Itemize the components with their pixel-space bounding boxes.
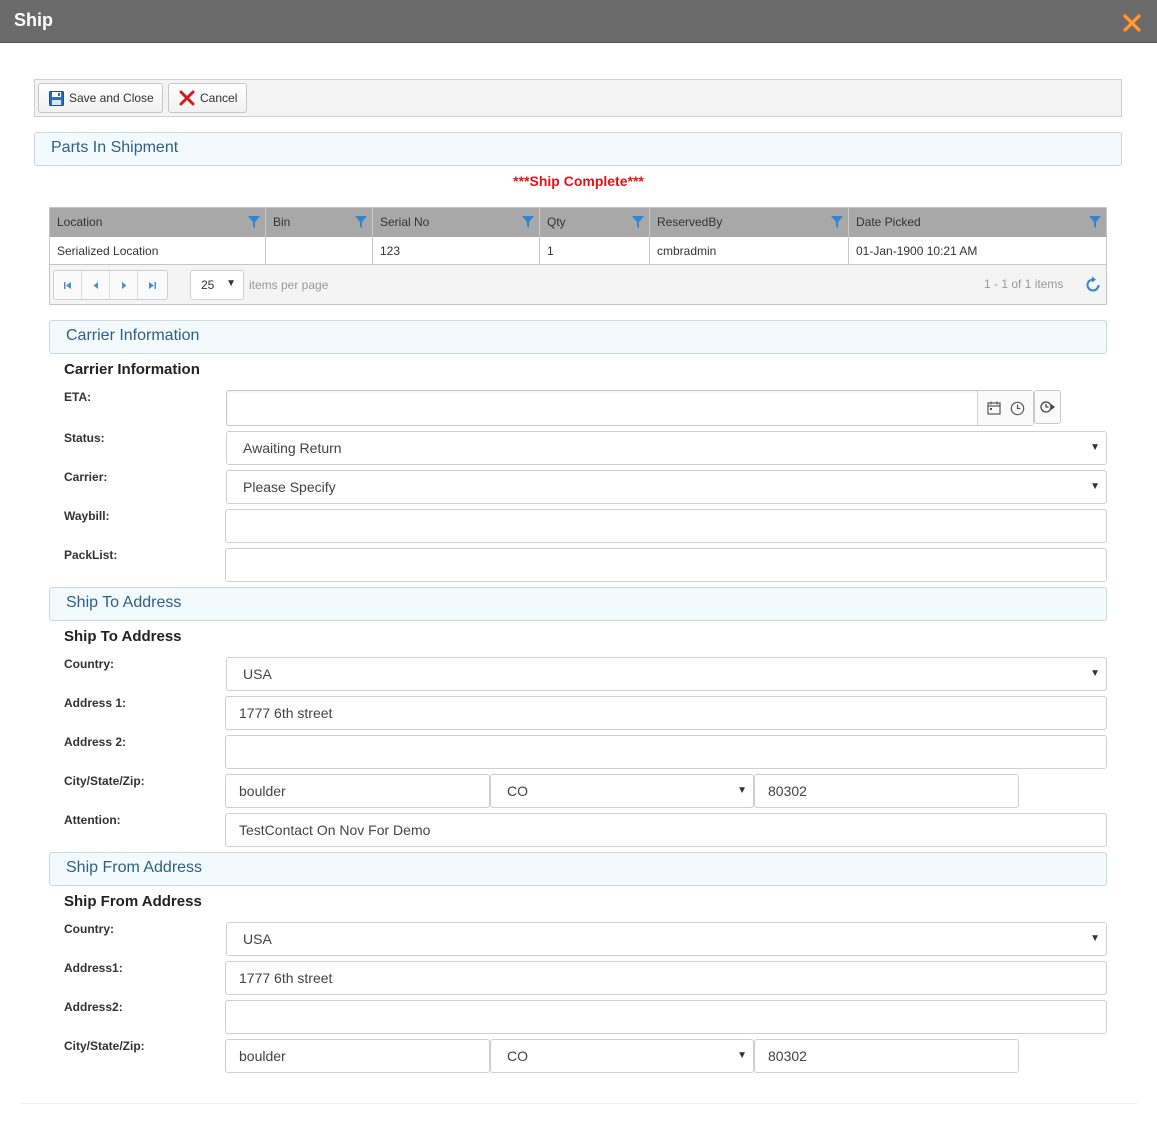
footer-divider — [20, 1103, 1137, 1104]
carrier-label: Carrier: — [64, 470, 108, 484]
cancel-x-icon — [179, 90, 195, 106]
ship-to-city-state-zip-label: City/State/Zip: — [64, 774, 145, 788]
filter-icon[interactable] — [354, 215, 368, 229]
ship-from-zip-input[interactable]: 80302 — [754, 1039, 1019, 1073]
toolbar: Save and Close Cancel — [34, 79, 1122, 117]
refresh-icon[interactable] — [1084, 276, 1102, 294]
column-header-bin[interactable]: Bin — [266, 208, 373, 237]
calendar-icon[interactable] — [986, 401, 1001, 415]
column-header-serial-no[interactable]: Serial No — [373, 208, 540, 237]
chevron-down-icon: ▼ — [737, 785, 747, 796]
dialog-titlebar: Ship — [0, 0, 1157, 43]
pager-info: 1 - 1 of 1 items — [984, 277, 1064, 291]
parts-in-shipment-header[interactable]: Parts In Shipment — [34, 132, 1122, 166]
previous-page-icon[interactable] — [82, 271, 110, 299]
ship-from-address-subheading: Ship From Address — [64, 893, 202, 910]
ship-to-city-input[interactable]: boulder — [225, 774, 490, 808]
ship-from-address2-input[interactable] — [225, 1000, 1107, 1034]
filter-icon[interactable] — [247, 215, 261, 229]
ship-from-address1-label: Address1: — [64, 961, 123, 975]
carrier-information-header[interactable]: Carrier Information — [49, 320, 1107, 354]
eta-label: ETA: — [64, 390, 92, 404]
filter-icon[interactable] — [1088, 215, 1102, 229]
floppy-disk-icon — [49, 90, 64, 106]
ship-from-address1-input[interactable]: 1777 6th street — [225, 961, 1107, 995]
chevron-down-icon: ▼ — [1090, 668, 1100, 679]
carrier-information-subheading: Carrier Information — [64, 361, 200, 378]
save-and-close-label: Save and Close — [69, 91, 154, 105]
chevron-down-icon: ▼ — [1090, 481, 1100, 492]
filter-icon[interactable] — [830, 215, 844, 229]
chevron-down-icon: ▼ — [737, 1050, 747, 1061]
cell-reserved-by: cmbradmin — [650, 237, 849, 264]
attention-label: Attention: — [64, 813, 121, 827]
ship-from-address-header[interactable]: Ship From Address — [49, 852, 1107, 886]
ship-to-address1-label: Address 1: — [64, 696, 127, 710]
ship-from-address2-label: Address2: — [64, 1000, 123, 1014]
pager-buttons — [53, 270, 168, 300]
ship-from-state-select[interactable]: CO ▼ — [490, 1039, 754, 1073]
ship-to-address-subheading: Ship To Address — [64, 628, 182, 645]
dialog-title: Ship — [14, 10, 53, 30]
first-page-icon[interactable] — [54, 271, 82, 299]
parts-grid: Location Bin Serial No Qty ReservedBy Da… — [49, 207, 1107, 305]
ship-complete-banner: ***Ship Complete*** — [513, 173, 644, 189]
status-label: Status: — [64, 431, 105, 445]
filter-icon[interactable] — [521, 215, 535, 229]
waybill-label: Waybill: — [64, 509, 110, 523]
ship-to-country-select[interactable]: USA ▼ — [226, 657, 1107, 691]
packlist-input[interactable] — [225, 548, 1107, 582]
ship-to-address2-input[interactable] — [225, 735, 1107, 769]
page-size-select[interactable]: 25 ▼ — [190, 270, 244, 300]
chevron-down-icon: ▼ — [1090, 442, 1100, 453]
chevron-down-icon: ▼ — [1090, 933, 1100, 944]
clock-icon[interactable] — [1010, 401, 1025, 416]
packlist-label: PackList: — [64, 548, 118, 562]
column-header-location[interactable]: Location — [50, 208, 266, 237]
next-page-icon[interactable] — [110, 271, 138, 299]
ship-to-address-header[interactable]: Ship To Address — [49, 587, 1107, 621]
ship-from-city-state-zip-label: City/State/Zip: — [64, 1039, 145, 1053]
grid-pager: 25 ▼ items per page 1 - 1 of 1 items — [50, 266, 1106, 304]
clock-clear-icon — [1039, 401, 1055, 413]
waybill-input[interactable] — [225, 509, 1107, 543]
ship-to-zip-input[interactable]: 80302 — [754, 774, 1019, 808]
ship-to-country-label: Country: — [64, 657, 114, 671]
status-select[interactable]: Awaiting Return ▼ — [226, 431, 1107, 465]
last-page-icon[interactable] — [138, 271, 166, 299]
cancel-label: Cancel — [200, 91, 238, 105]
attention-input[interactable]: TestContact On Nov For Demo — [225, 813, 1107, 847]
eta-input[interactable] — [226, 390, 1034, 426]
cell-qty: 1 — [540, 237, 650, 264]
carrier-select[interactable]: Please Specify ▼ — [226, 470, 1107, 504]
chevron-down-icon: ▼ — [226, 278, 236, 289]
close-icon[interactable] — [1122, 13, 1142, 33]
ship-to-address2-label: Address 2: — [64, 735, 127, 749]
cell-serial-no: 123 — [373, 237, 540, 264]
cell-bin — [266, 237, 373, 264]
table-row[interactable]: Serialized Location 123 1 cmbradmin 01-J… — [50, 237, 1106, 265]
ship-to-state-select[interactable]: CO ▼ — [490, 774, 754, 808]
column-header-date-picked[interactable]: Date Picked — [849, 208, 1106, 237]
ship-from-country-label: Country: — [64, 922, 114, 936]
ship-to-address1-input[interactable]: 1777 6th street — [225, 696, 1107, 730]
grid-header: Location Bin Serial No Qty ReservedBy Da… — [50, 208, 1106, 237]
filter-icon[interactable] — [631, 215, 645, 229]
items-per-page-label: items per page — [249, 278, 329, 292]
column-header-reserved-by[interactable]: ReservedBy — [650, 208, 849, 237]
save-and-close-button[interactable]: Save and Close — [38, 83, 163, 113]
cancel-button[interactable]: Cancel — [168, 83, 247, 113]
ship-from-city-input[interactable]: boulder — [225, 1039, 490, 1073]
column-header-qty[interactable]: Qty — [540, 208, 650, 237]
cell-location: Serialized Location — [50, 237, 266, 264]
ship-from-country-select[interactable]: USA ▼ — [226, 922, 1107, 956]
cell-date-picked: 01-Jan-1900 10:21 AM — [856, 244, 978, 258]
eta-clear-button[interactable] — [1034, 390, 1061, 424]
